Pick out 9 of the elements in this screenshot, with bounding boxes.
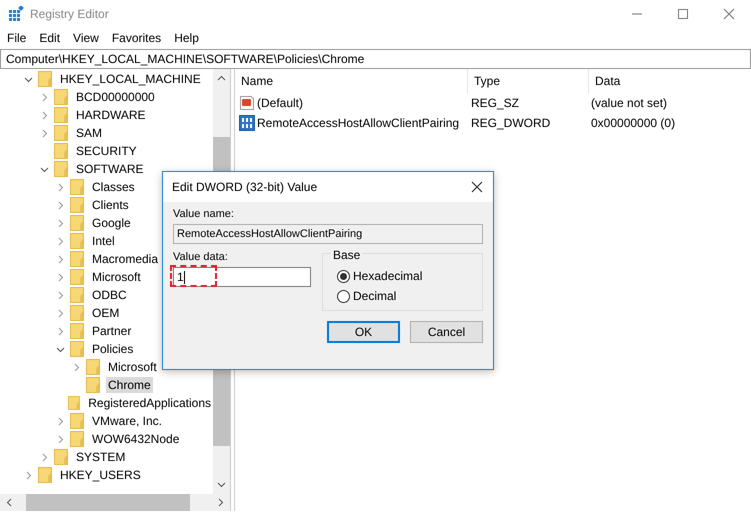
value-data: (value not set) xyxy=(590,96,668,110)
value-type: REG_SZ xyxy=(470,96,520,110)
field-label: Value name: xyxy=(173,208,235,220)
group-label: Base xyxy=(331,248,362,262)
window-title: Registry Editor xyxy=(30,7,109,21)
value-type: REG_DWORD xyxy=(470,116,552,130)
value-data: 0x00000000 (0) xyxy=(590,116,676,130)
field-label: Value data: xyxy=(173,251,229,263)
dialog-title: Edit DWORD (32-bit) Value xyxy=(172,180,318,194)
